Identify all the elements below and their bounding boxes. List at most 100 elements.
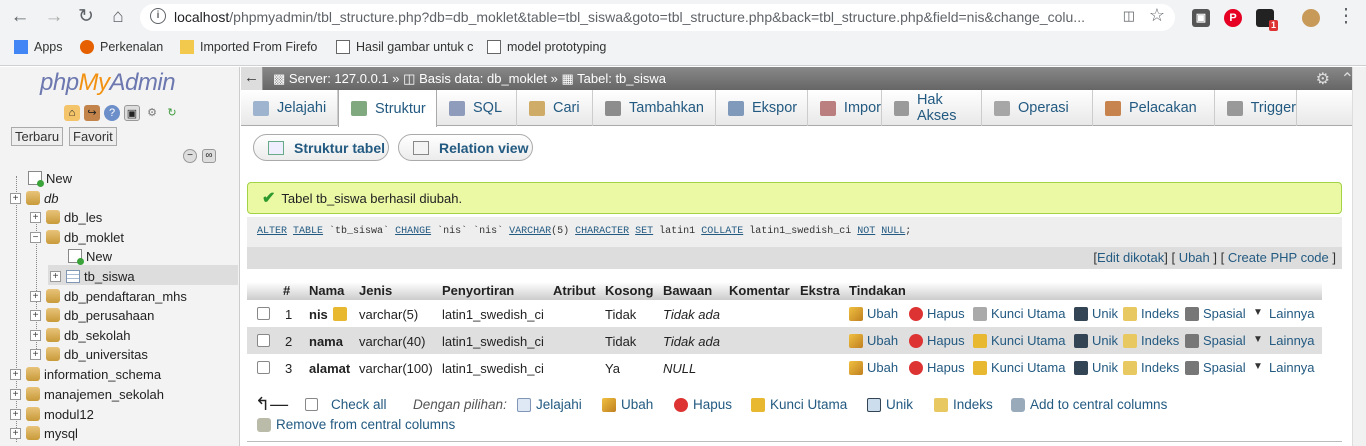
expand-icon[interactable]: + xyxy=(30,348,41,360)
action-more[interactable]: ▼ Lainnya xyxy=(1253,360,1315,375)
action-spatial[interactable]: Spasial xyxy=(1185,360,1246,375)
phpmyadmin-logo[interactable]: phpMyAdmin xyxy=(40,69,176,97)
favorite-tables-tab[interactable]: Favorit xyxy=(69,127,117,146)
back-arrow-icon[interactable]: ← xyxy=(8,5,32,29)
tree-new[interactable]: New xyxy=(10,168,72,188)
edit-query-link[interactable]: Ubah xyxy=(1179,250,1210,265)
refresh-icon[interactable]: ↻ xyxy=(164,105,180,121)
tab-tambahkan[interactable]: Tambahkan xyxy=(593,90,716,126)
remove-central-columns-button[interactable]: Remove from central columns xyxy=(257,417,455,432)
column-header[interactable]: Tindakan xyxy=(849,283,906,298)
bookmark-star-icon[interactable]: ☆ xyxy=(1149,5,1165,26)
check-all[interactable]: Check all xyxy=(305,397,387,412)
tab-struktur[interactable]: Struktur xyxy=(338,90,437,127)
tree-table-tb_siswa[interactable]: + tb_siswa xyxy=(50,266,135,286)
tree-db-db_moklet[interactable]: − db_moklet xyxy=(30,227,124,247)
column-header[interactable]: Atribut xyxy=(553,283,596,298)
column-header[interactable]: Kosong xyxy=(605,283,653,298)
expand-icon[interactable]: + xyxy=(30,329,41,341)
bulk-edit-button[interactable]: Ubah xyxy=(602,397,653,412)
action-edit[interactable]: Ubah xyxy=(849,306,898,321)
expand-icon[interactable]: + xyxy=(10,192,21,204)
link-with-main-icon[interactable]: ∞ xyxy=(202,149,216,163)
action-index[interactable]: Indeks xyxy=(1123,333,1179,348)
check-all-checkbox[interactable] xyxy=(305,398,318,411)
row-checkbox[interactable] xyxy=(257,361,270,374)
bulk-unique-button[interactable]: Unik xyxy=(867,397,913,412)
tab-sql[interactable]: SQL xyxy=(437,90,517,126)
column-header[interactable]: Ekstra xyxy=(800,283,840,298)
logout-icon[interactable]: ↪ xyxy=(84,105,100,121)
action-drop[interactable]: Hapus xyxy=(909,333,965,348)
action-drop[interactable]: Hapus xyxy=(909,360,965,375)
page-scrollbar[interactable] xyxy=(1352,67,1366,446)
forward-arrow-icon[interactable]: → xyxy=(42,5,66,29)
action-primary[interactable]: Kunci Utama xyxy=(973,306,1065,321)
action-primary[interactable]: Kunci Utama xyxy=(973,360,1065,375)
tab-pelacakan[interactable]: Pelacakan xyxy=(1093,90,1215,126)
expand-icon[interactable]: + xyxy=(10,427,21,439)
extension-screenshot-icon[interactable]: ▣ xyxy=(1192,9,1210,27)
tree-db-manajemen_sekolah[interactable]: + manajemen_sekolah xyxy=(10,384,164,404)
tree-db-db_pendaftaran_mhs[interactable]: + db_pendaftaran_mhs xyxy=(30,286,187,306)
sql-keyword[interactable]: COLLATE xyxy=(701,226,743,237)
column-header[interactable]: # xyxy=(283,283,290,298)
action-unique[interactable]: Unik xyxy=(1074,360,1118,375)
help-icon[interactable]: ? xyxy=(104,105,120,121)
collapse-all-icon[interactable]: − xyxy=(183,149,197,163)
action-unique[interactable]: Unik xyxy=(1074,306,1118,321)
tab-ekspor[interactable]: Ekspor xyxy=(716,90,808,126)
extension-badge-icon[interactable]: 1 xyxy=(1256,9,1278,31)
collapse-icon[interactable]: − xyxy=(30,231,41,243)
reload-icon[interactable]: ↻ xyxy=(74,5,98,29)
action-index[interactable]: Indeks xyxy=(1123,306,1179,321)
expand-icon[interactable]: + xyxy=(30,290,41,302)
action-edit[interactable]: Ubah xyxy=(849,360,898,375)
sql-keyword[interactable]: SET xyxy=(635,226,653,237)
back-arrow-icon[interactable]: ← xyxy=(241,67,263,90)
sql-keyword[interactable]: CHARACTER xyxy=(575,226,629,237)
bookmark-4[interactable]: Hasil gambar untuk c xyxy=(336,40,473,54)
address-bar[interactable]: i localhost/phpmyadmin/tbl_structure.php… xyxy=(140,4,1175,31)
edit-inline-link[interactable]: Edit dikotak xyxy=(1097,250,1164,265)
action-drop[interactable]: Hapus xyxy=(909,306,965,321)
sql-keyword[interactable]: NULL xyxy=(881,226,905,237)
tab-jelajahi[interactable]: Jelajahi xyxy=(241,90,338,126)
bookmark-3[interactable]: Imported From Firefo xyxy=(180,40,317,54)
expand-icon[interactable]: + xyxy=(50,270,61,282)
tree-db-db_les[interactable]: + db_les xyxy=(30,207,102,227)
column-header[interactable]: Nama xyxy=(309,283,344,298)
column-header[interactable]: Penyortiran xyxy=(442,283,514,298)
tree-db-modul12[interactable]: + modul12 xyxy=(10,404,94,424)
sql-keyword[interactable]: NOT xyxy=(857,226,875,237)
check-all-label[interactable]: Check all xyxy=(331,397,387,412)
column-header[interactable]: Komentar xyxy=(729,283,790,298)
action-more[interactable]: ▼ Lainnya xyxy=(1253,333,1315,348)
bulk-primary-button[interactable]: Kunci Utama xyxy=(751,397,847,412)
sql-keyword[interactable]: VARCHAR xyxy=(509,226,551,237)
tab-cari[interactable]: Cari xyxy=(517,90,593,126)
add-central-columns-button[interactable]: Add to central columns xyxy=(1011,397,1167,412)
action-spatial[interactable]: Spasial xyxy=(1185,306,1246,321)
expand-icon[interactable]: + xyxy=(30,211,41,223)
tree-db-db_universitas[interactable]: + db_universitas xyxy=(30,344,148,364)
tree-db-mysql[interactable]: + mysql xyxy=(10,423,78,443)
sql-keyword[interactable]: CHANGE xyxy=(395,226,431,237)
bookmark-2[interactable]: Perkenalan xyxy=(80,40,163,54)
expand-icon[interactable]: + xyxy=(30,309,41,321)
home-icon[interactable]: ⌂ xyxy=(106,5,130,29)
tree-db-db_sekolah[interactable]: + db_sekolah xyxy=(30,325,131,345)
site-info-icon[interactable]: i xyxy=(150,8,166,24)
tab-impor[interactable]: Impor xyxy=(808,90,882,126)
create-php-code-link[interactable]: Create PHP code xyxy=(1228,250,1329,265)
bookmark-1[interactable]: Apps xyxy=(14,40,63,54)
breadcrumb-server[interactable]: Server: 127.0.0.1 xyxy=(289,71,389,86)
action-spatial[interactable]: Spasial xyxy=(1185,333,1246,348)
home-icon[interactable]: ⌂ xyxy=(64,105,80,121)
expand-icon[interactable]: + xyxy=(10,388,21,400)
bulk-browse-button[interactable]: Jelajahi xyxy=(517,397,582,412)
translate-icon[interactable]: ◫ xyxy=(1123,8,1135,24)
action-more[interactable]: ▼ Lainnya xyxy=(1253,306,1315,321)
action-edit[interactable]: Ubah xyxy=(849,333,898,348)
row-checkbox[interactable] xyxy=(257,307,270,320)
